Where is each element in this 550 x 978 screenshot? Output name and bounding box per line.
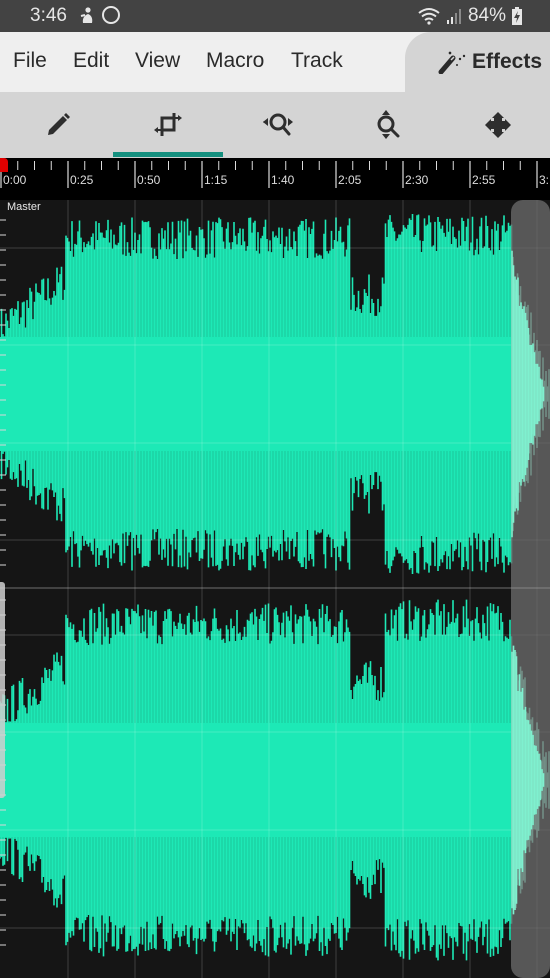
effects-label: Effects [472, 50, 543, 73]
timeline-ruler[interactable]: 0:00 0:25 0:50 1:15 1:40 2:05 2:30 2:55 … [0, 158, 550, 200]
move-tool-button[interactable] [443, 92, 550, 158]
timeline-label: 0:25 [70, 173, 94, 187]
timeline-label: 1:40 [271, 173, 295, 187]
status-bar: 3:46 84% [0, 0, 550, 32]
timeline-label: 0:00 [3, 173, 27, 187]
menu-file[interactable]: File [13, 49, 47, 73]
notification-figure-icon [80, 7, 93, 23]
waveform-core [0, 723, 512, 837]
channel-1-waveform [0, 213, 550, 575]
timeline-label: 2:30 [405, 173, 429, 187]
battery-charging-icon [512, 7, 522, 25]
timeline-label: 2:05 [338, 173, 362, 187]
draw-tool-button[interactable] [3, 92, 113, 158]
crop-icon [154, 113, 182, 136]
timeline-label: 1:15 [204, 173, 228, 187]
timeline-label: 0:50 [137, 173, 161, 187]
zoom-vertical-icon [377, 110, 400, 139]
menu-view[interactable]: View [135, 49, 180, 73]
master-track[interactable] [0, 200, 550, 978]
channel-2-waveform [0, 599, 550, 961]
magic-wand-icon [438, 51, 466, 74]
tool-bar [0, 92, 550, 158]
zoom-horizontal-tool-button[interactable] [223, 92, 333, 158]
signal-icon [446, 9, 461, 24]
timeline-label: 2:55 [472, 173, 496, 187]
audio-editor-screen: 3:46 84% File Edit View Macro Track Effe… [0, 0, 550, 978]
circle-icon [102, 6, 120, 24]
vertical-scroll-handle[interactable] [0, 582, 5, 798]
waveform-core [0, 337, 512, 451]
menu-macro[interactable]: Macro [206, 49, 264, 73]
pencil-icon [48, 113, 70, 135]
timeline-label: 3: [539, 173, 550, 187]
menu-edit[interactable]: Edit [73, 49, 109, 73]
battery-percent: 84% [467, 5, 506, 26]
wifi-icon [418, 8, 440, 25]
waveform[interactable] [0, 200, 550, 978]
active-tool-indicator [113, 152, 223, 157]
effects-button[interactable]: Effects [405, 32, 550, 92]
move-icon [485, 112, 511, 138]
status-right: 84% [418, 5, 522, 27]
zoom-vertical-tool-button[interactable] [333, 92, 443, 158]
status-time: 3:46 [30, 5, 67, 26]
status-left-icons [80, 6, 120, 24]
menu-track[interactable]: Track [291, 49, 343, 73]
playhead-marker[interactable] [0, 158, 8, 172]
crop-tool-button[interactable] [113, 92, 223, 158]
zoom-horizontal-icon [263, 113, 293, 136]
track-name-label: Master [7, 201, 41, 213]
